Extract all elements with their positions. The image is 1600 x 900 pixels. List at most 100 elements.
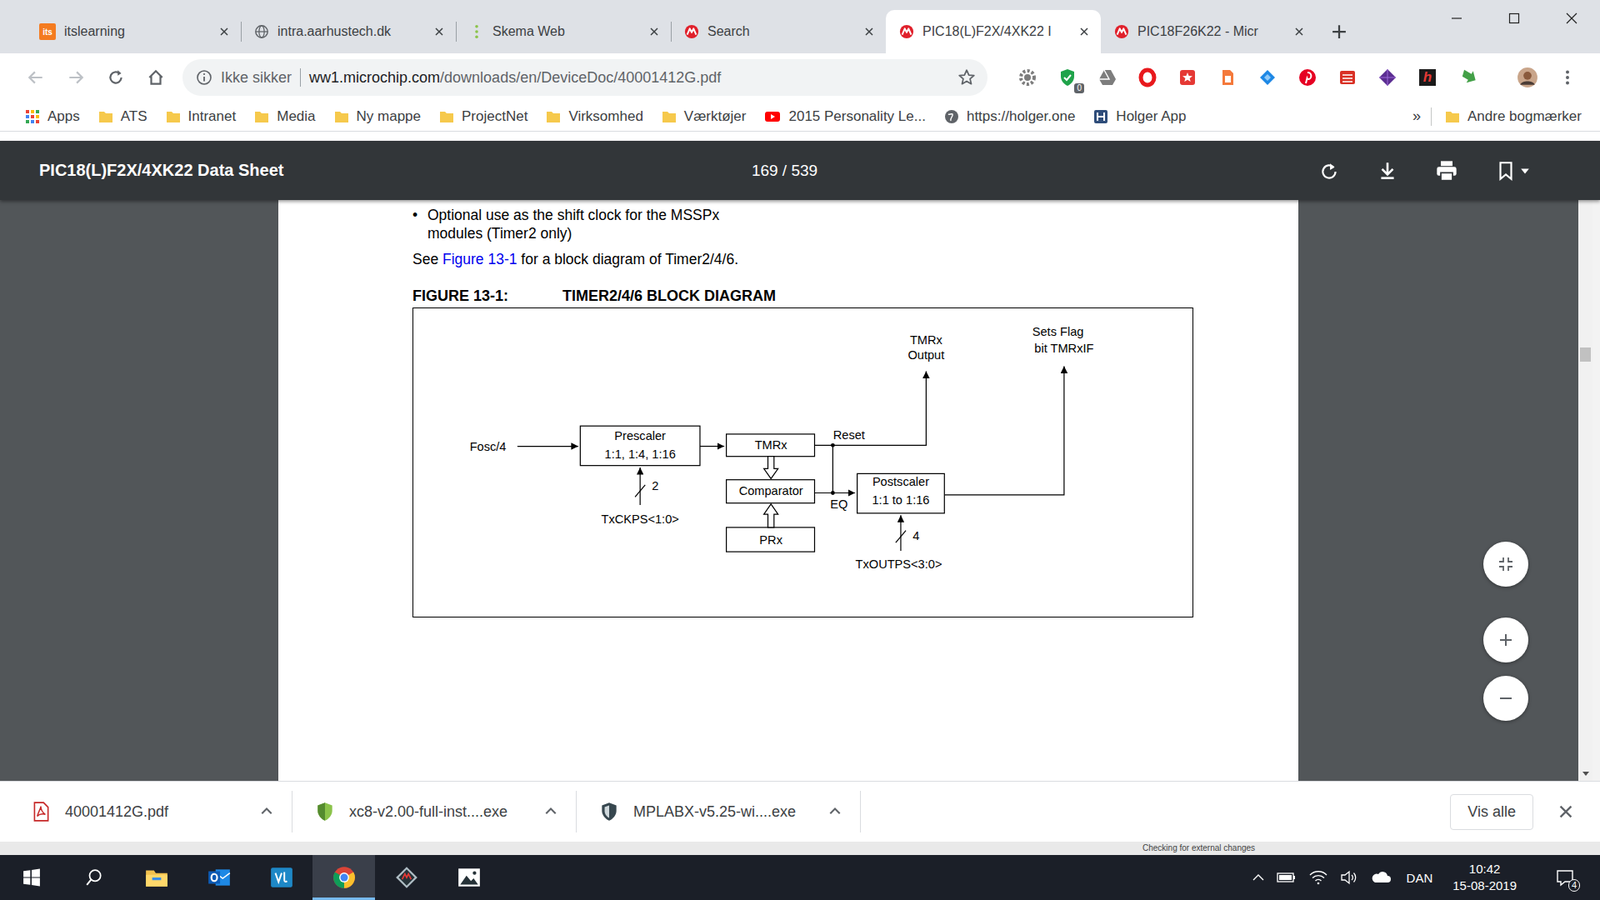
extension-button[interactable]: [1014, 64, 1041, 91]
clock[interactable]: 10:42 15-08-2019: [1444, 860, 1525, 895]
download-name: 40001412G.pdf: [65, 803, 169, 821]
bookmark[interactable]: Værktøjer: [658, 108, 750, 125]
diagram-label: TMRx: [910, 333, 944, 347]
download-name: MPLABX-v5.25-wi....exe: [633, 803, 796, 821]
maximize-button[interactable]: [1485, 0, 1543, 37]
chevron-up-icon[interactable]: [1251, 870, 1265, 885]
extension-button[interactable]: [1454, 64, 1481, 91]
tab-title: Search: [707, 24, 856, 40]
bookmark[interactable]: ProjectNet: [435, 108, 531, 125]
close-icon[interactable]: [864, 26, 875, 37]
extension-button[interactable]: h: [1414, 64, 1441, 91]
extension-button[interactable]: [1094, 64, 1121, 91]
extension-button[interactable]: 0: [1054, 64, 1081, 91]
more-bookmarks-button[interactable]: »: [1412, 107, 1421, 125]
close-icon[interactable]: [1558, 804, 1574, 820]
home-button[interactable]: [139, 60, 173, 95]
pdf-actions: [1318, 159, 1530, 183]
bookmark-star-icon[interactable]: [957, 68, 976, 87]
microchip-icon: [1114, 24, 1130, 40]
figure-link[interactable]: Figure 13-1: [442, 250, 518, 268]
taskbar-app[interactable]: [250, 855, 313, 900]
wifi-icon[interactable]: [1308, 869, 1329, 886]
extension-button[interactable]: [1294, 64, 1321, 91]
show-all-button[interactable]: Vis alle: [1450, 794, 1534, 830]
action-center-button[interactable]: 4: [1548, 860, 1582, 895]
taskbar-app[interactable]: [312, 855, 375, 900]
other-bookmarks[interactable]: Andre bogmærker: [1441, 108, 1585, 125]
browser-window: its itslearning intra.aarhustech.dk Skem…: [0, 0, 1600, 842]
bookmark[interactable]: Intranet: [162, 108, 240, 125]
profile-avatar[interactable]: [1510, 60, 1545, 95]
dropdown-icon: [1520, 165, 1530, 176]
bookmark[interactable]: Virksomhed: [542, 108, 646, 125]
diagram-label: TxOUTPS<3:0>: [855, 557, 943, 571]
print-icon[interactable]: [1435, 159, 1459, 183]
paragraph: See Figure 13-1 for a block diagram of T…: [412, 250, 1299, 269]
download-item[interactable]: xc8-v2.00-full-inst....exe: [292, 790, 577, 833]
menu-button[interactable]: [1550, 60, 1585, 95]
close-icon[interactable]: [1079, 26, 1090, 37]
address-bar[interactable]: Ikke sikker ww1.microchip.com/downloads/…: [182, 59, 988, 96]
start-button[interactable]: [0, 855, 63, 900]
close-icon[interactable]: [219, 26, 230, 37]
browser-tab[interactable]: its itslearning: [25, 10, 241, 54]
browser-tab[interactable]: intra.aarhustech.dk: [240, 10, 456, 54]
bookmark[interactable]: Ny mappe: [330, 108, 425, 125]
extension-button[interactable]: [1254, 64, 1281, 91]
new-tab-button[interactable]: [1322, 10, 1356, 54]
rotate-icon[interactable]: [1318, 160, 1340, 182]
bookmark[interactable]: ATS: [95, 108, 151, 125]
search-button[interactable]: [62, 855, 125, 900]
bookmark[interactable]: https://holger.one: [940, 108, 1079, 125]
zoom-out-button[interactable]: [1483, 675, 1529, 721]
browser-tab[interactable]: Search: [670, 10, 886, 54]
taskbar-app[interactable]: [437, 855, 500, 900]
browser-tab[interactable]: PIC18(L)F2X/4XK22 I: [885, 10, 1101, 54]
extension-button[interactable]: [1374, 64, 1401, 91]
close-button[interactable]: [1542, 0, 1600, 37]
extension-button[interactable]: [1214, 64, 1241, 91]
signal-line: [517, 445, 579, 447]
close-icon[interactable]: [1294, 26, 1305, 37]
scrollbar[interactable]: [1578, 200, 1593, 781]
download-icon[interactable]: [1376, 160, 1399, 182]
bookmark[interactable]: Media: [250, 108, 319, 125]
browser-tab[interactable]: Skema Web: [455, 10, 671, 54]
close-icon: [1565, 12, 1578, 25]
zoom-in-button[interactable]: [1483, 617, 1529, 663]
bookmark[interactable]: Apps: [21, 108, 84, 125]
bookmark[interactable]: 2015 Personality Le...: [760, 108, 929, 125]
bookmark-menu-button[interactable]: [1495, 160, 1530, 182]
scroll-down-icon[interactable]: [1581, 769, 1590, 778]
volume-icon[interactable]: [1340, 869, 1359, 886]
extension-button[interactable]: [1334, 64, 1361, 91]
taskbar: DAN 10:42 15-08-2019 4: [0, 855, 1600, 900]
taskbar-app[interactable]: [187, 855, 250, 900]
taskbar-app[interactable]: [125, 855, 188, 900]
battery-icon[interactable]: [1276, 870, 1297, 885]
window-controls: [1427, 0, 1600, 37]
back-button[interactable]: [19, 60, 53, 95]
close-icon[interactable]: [434, 26, 445, 37]
fit-page-button[interactable]: [1483, 541, 1529, 587]
extension-button[interactable]: [1134, 64, 1161, 91]
pdf-toolbar: PIC18(L)F2X/4XK22 Data Sheet 169 / 539: [0, 140, 1600, 200]
minimize-button[interactable]: [1427, 0, 1485, 37]
taskbar-app[interactable]: [375, 855, 438, 900]
chevron-up-icon[interactable]: [260, 805, 274, 819]
browser-tab[interactable]: PIC18F26K22 - Micr: [1100, 10, 1316, 54]
folder-icon: [1445, 109, 1460, 125]
reload-button[interactable]: [99, 60, 133, 95]
download-item[interactable]: 40001412G.pdf: [8, 790, 293, 833]
chevron-up-icon[interactable]: [544, 805, 558, 819]
download-item[interactable]: MPLABX-v5.25-wi....exe: [576, 790, 861, 833]
close-icon[interactable]: [649, 26, 660, 37]
bookmark[interactable]: Holger App: [1090, 108, 1190, 125]
chevron-up-icon[interactable]: [828, 805, 842, 819]
onedrive-cloud-icon[interactable]: [1370, 870, 1392, 885]
forward-button[interactable]: [59, 60, 93, 95]
input-language[interactable]: DAN: [1406, 870, 1434, 885]
scroll-thumb[interactable]: [1580, 347, 1591, 362]
extension-button[interactable]: [1174, 64, 1201, 91]
